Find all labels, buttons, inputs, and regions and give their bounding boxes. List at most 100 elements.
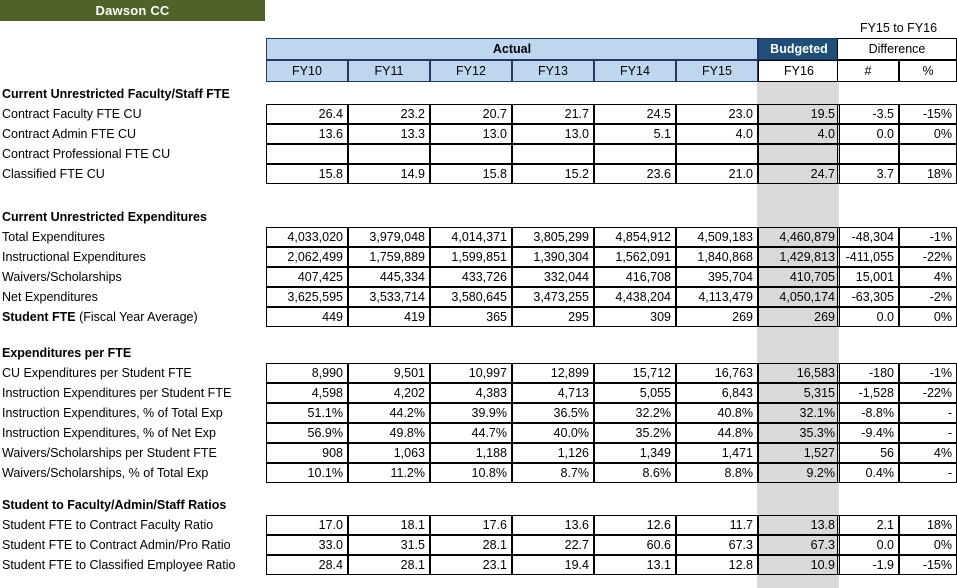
data-cell: 23.1 xyxy=(430,555,512,575)
data-cell: 269 xyxy=(758,307,840,327)
diff-number-cell: 56 xyxy=(837,443,899,463)
data-cell: 35.3% xyxy=(758,423,840,443)
data-cell: 13.3 xyxy=(348,124,430,144)
data-cell: 32.2% xyxy=(594,403,676,423)
data-cell: 269 xyxy=(676,307,758,327)
data-cell xyxy=(676,144,758,164)
column-header-fy15[interactable]: FY15 xyxy=(676,60,758,82)
report-title-banner: Dawson CC xyxy=(0,0,265,21)
data-cell: 1,562,091 xyxy=(594,247,676,267)
row-label: CU Expenditures per Student FTE xyxy=(2,366,192,380)
data-cell xyxy=(266,144,348,164)
data-cell: 1,429,813 xyxy=(758,247,840,267)
data-cell xyxy=(430,144,512,164)
data-cell: 9,501 xyxy=(348,363,430,383)
column-header-fy14[interactable]: FY14 xyxy=(594,60,676,82)
diff-number-cell: 2.1 xyxy=(837,515,899,535)
data-cell: 295 xyxy=(512,307,594,327)
data-cell: 410,705 xyxy=(758,267,840,287)
data-cell: 19.5 xyxy=(758,104,840,124)
diff-number-cell: -3.5 xyxy=(837,104,899,124)
row-label: Instruction Expenditures, % of Net Exp xyxy=(2,426,216,440)
diff-number-cell: 0.0 xyxy=(837,124,899,144)
column-header-diff-number[interactable]: # xyxy=(837,60,899,82)
diff-percent-cell: - xyxy=(899,403,957,423)
diff-number-cell xyxy=(837,144,899,164)
data-cell: 17.0 xyxy=(266,515,348,535)
row-label: Instruction Expenditures, % of Total Exp xyxy=(2,406,223,420)
data-cell: 9.2% xyxy=(758,463,840,483)
diff-percent-cell: 4% xyxy=(899,267,957,287)
row-label: Classified FTE CU xyxy=(2,167,105,181)
data-cell: 365 xyxy=(430,307,512,327)
data-cell: 1,063 xyxy=(348,443,430,463)
data-cell: 4,014,371 xyxy=(430,227,512,247)
data-cell: 10.8% xyxy=(430,463,512,483)
data-cell: 33.0 xyxy=(266,535,348,555)
data-cell: 20.7 xyxy=(430,104,512,124)
diff-number-cell: 3.7 xyxy=(837,164,899,184)
diff-percent-cell: -22% xyxy=(899,247,957,267)
data-cell: 4,050,174 xyxy=(758,287,840,307)
data-cell: 28.4 xyxy=(266,555,348,575)
data-cell: 1,840,868 xyxy=(676,247,758,267)
data-cell: 4.0 xyxy=(676,124,758,144)
data-cell: 407,425 xyxy=(266,267,348,287)
data-cell: 21.7 xyxy=(512,104,594,124)
data-cell: 13.8 xyxy=(758,515,840,535)
data-cell: 15.8 xyxy=(266,164,348,184)
data-cell: 1,188 xyxy=(430,443,512,463)
column-header-fy12[interactable]: FY12 xyxy=(430,60,512,82)
data-cell: 16,583 xyxy=(758,363,840,383)
data-cell xyxy=(594,144,676,164)
row-label: Waivers/Scholarships xyxy=(2,270,122,284)
budgeted-group-header: Budgeted xyxy=(758,38,840,60)
data-cell: 8,990 xyxy=(266,363,348,383)
data-cell: 4,033,020 xyxy=(266,227,348,247)
data-cell: 395,704 xyxy=(676,267,758,287)
row-label: Waivers/Scholarships per Student FTE xyxy=(2,446,217,460)
data-cell: 14.9 xyxy=(348,164,430,184)
data-cell: 32.1% xyxy=(758,403,840,423)
data-cell: 4,438,204 xyxy=(594,287,676,307)
diff-percent-cell: 18% xyxy=(899,515,957,535)
data-cell: 13.6 xyxy=(512,515,594,535)
data-cell: 4,713 xyxy=(512,383,594,403)
data-cell: 17.6 xyxy=(430,515,512,535)
data-cell: 1,599,851 xyxy=(430,247,512,267)
data-cell: 24.7 xyxy=(758,164,840,184)
data-cell: 35.2% xyxy=(594,423,676,443)
diff-percent-cell: -15% xyxy=(899,555,957,575)
data-cell: 21.0 xyxy=(676,164,758,184)
data-cell: 8.7% xyxy=(512,463,594,483)
column-header-fy16[interactable]: FY16 xyxy=(758,60,840,82)
column-header-fy11[interactable]: FY11 xyxy=(348,60,430,82)
data-cell: 6,843 xyxy=(676,383,758,403)
diff-number-cell: -411,055 xyxy=(837,247,899,267)
diff-number-cell: 0.0 xyxy=(837,307,899,327)
column-header-diff-percent[interactable]: % xyxy=(899,60,957,82)
data-cell: 67.3 xyxy=(758,535,840,555)
data-cell: 40.0% xyxy=(512,423,594,443)
data-cell: 332,044 xyxy=(512,267,594,287)
data-cell: 2,062,499 xyxy=(266,247,348,267)
column-header-fy10[interactable]: FY10 xyxy=(266,60,348,82)
actual-group-header: Actual xyxy=(266,38,758,60)
data-cell: 4,383 xyxy=(430,383,512,403)
row-label: Student FTE to Contract Admin/Pro Ratio xyxy=(2,538,231,552)
diff-percent-cell: -22% xyxy=(899,383,957,403)
data-cell: 445,334 xyxy=(348,267,430,287)
data-cell: 31.5 xyxy=(348,535,430,555)
diff-percent-cell: -1% xyxy=(899,227,957,247)
row-label-normal-part: (Fiscal Year Average) xyxy=(75,310,198,324)
data-cell: 10.9 xyxy=(758,555,840,575)
diff-percent-cell: - xyxy=(899,423,957,443)
data-cell: 13.0 xyxy=(512,124,594,144)
data-cell: 1,390,304 xyxy=(512,247,594,267)
data-cell: 1,349 xyxy=(594,443,676,463)
diff-percent-cell: - xyxy=(899,463,957,483)
data-cell: 19.4 xyxy=(512,555,594,575)
column-header-fy13[interactable]: FY13 xyxy=(512,60,594,82)
report-title: Dawson CC xyxy=(95,3,170,18)
data-cell: 416,708 xyxy=(594,267,676,287)
